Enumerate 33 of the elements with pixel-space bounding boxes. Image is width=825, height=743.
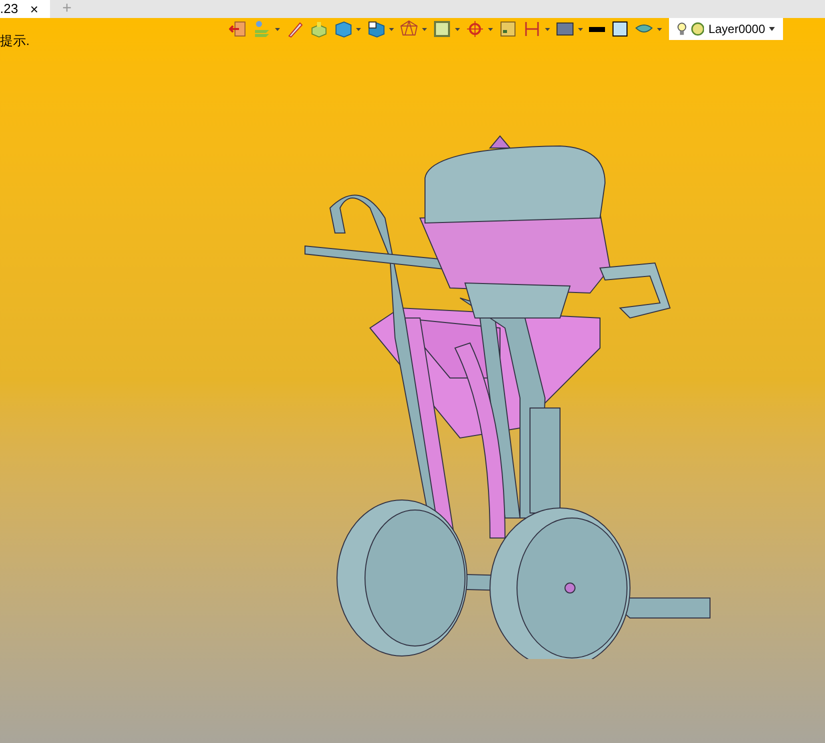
- layer-dropdown[interactable]: Layer0000: [669, 18, 783, 40]
- cube-icon: [334, 20, 352, 38]
- dimension-icon: [523, 20, 541, 38]
- frame-icon: [433, 20, 451, 38]
- caret-icon: [356, 28, 361, 30]
- crosshair-icon: [466, 20, 484, 38]
- close-tab-button[interactable]: ×: [30, 1, 38, 17]
- layers-icon: [253, 20, 271, 38]
- hint-text: 提示.: [0, 32, 30, 50]
- toolbar-button[interactable]: [611, 19, 629, 39]
- layer-name: Layer0000: [708, 21, 766, 38]
- tab-label: .23: [0, 1, 18, 17]
- toolbar-button[interactable]: [367, 19, 394, 39]
- box-icon: [310, 20, 328, 38]
- document-tab[interactable]: .23 ×: [0, 0, 50, 18]
- pencil-icon: [286, 20, 304, 38]
- caret-icon: [769, 27, 776, 31]
- caret-icon: [455, 28, 460, 30]
- caret-icon: [578, 28, 583, 30]
- cube-icon: [367, 20, 385, 38]
- caret-icon: [389, 28, 394, 30]
- caret-icon: [488, 28, 493, 30]
- exit-icon: [229, 20, 247, 38]
- square-icon: [499, 20, 517, 38]
- monitor-icon: [556, 20, 574, 38]
- caret-icon: [275, 28, 280, 30]
- caret-icon: [422, 28, 427, 30]
- circle-icon: [690, 22, 704, 36]
- caret-icon: [657, 28, 662, 30]
- wireframe-icon: [400, 20, 418, 38]
- fill-color-icon: [611, 20, 629, 38]
- caret-icon: [545, 28, 550, 30]
- line-color-icon: [589, 26, 605, 32]
